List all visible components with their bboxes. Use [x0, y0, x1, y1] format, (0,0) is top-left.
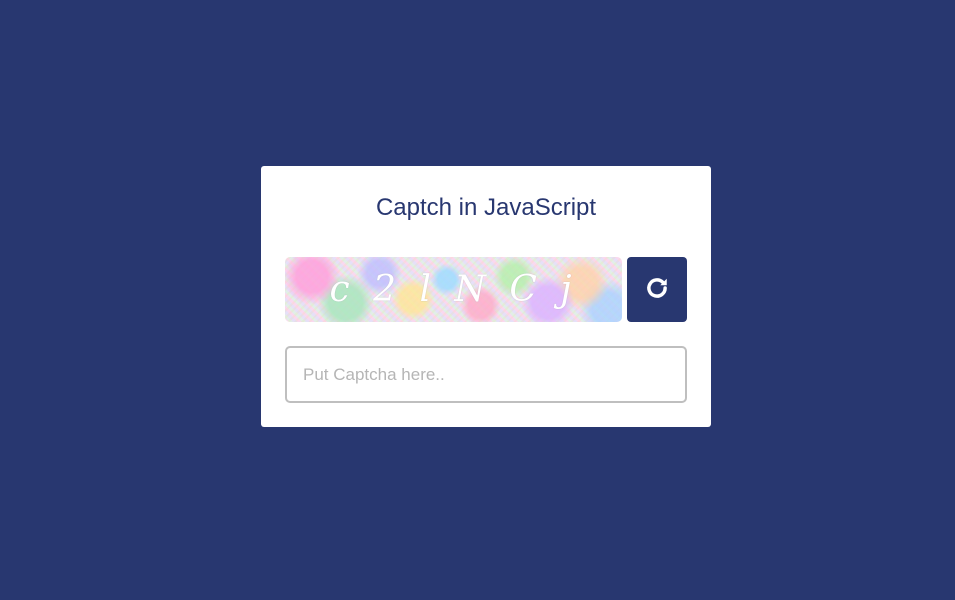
- card-title: Captch in JavaScript: [375, 194, 597, 221]
- captcha-text: c 2 l N C j: [329, 269, 578, 310]
- captcha-card: Captch in JavaScript c 2 l N C j: [261, 166, 711, 427]
- refresh-captcha-button[interactable]: [627, 257, 687, 322]
- captcha-image: c 2 l N C j: [285, 257, 622, 322]
- captcha-row: c 2 l N C j: [285, 257, 687, 322]
- refresh-icon: [644, 275, 670, 304]
- input-wrapper: [285, 346, 687, 403]
- captcha-input[interactable]: [285, 346, 687, 403]
- page: Captch in JavaScript c 2 l N C j: [0, 0, 955, 600]
